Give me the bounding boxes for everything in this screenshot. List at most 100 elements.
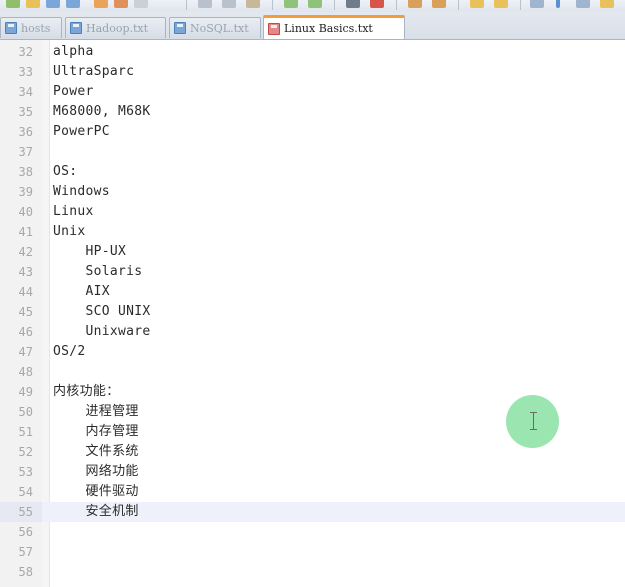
editor-line[interactable]: 56 <box>0 522 625 542</box>
line-text: 硬件驱动 <box>53 484 139 499</box>
redo-icon[interactable] <box>308 0 322 8</box>
editor-line[interactable]: 47 OS/2 <box>0 342 625 362</box>
editor-line[interactable]: 39 Windows <box>0 182 625 202</box>
disk-icon <box>5 22 17 34</box>
copy-icon[interactable] <box>222 0 236 8</box>
toolbar-separator <box>272 0 273 10</box>
editor-line[interactable]: 32 alpha <box>0 42 625 62</box>
line-text: 安全机制 <box>53 504 139 519</box>
tab-label: Linux Basics.txt <box>284 22 373 35</box>
line-number: 32 <box>18 45 33 59</box>
save-icon[interactable] <box>46 0 60 8</box>
line-text: Power <box>53 84 94 99</box>
line-text: Unixware <box>53 324 151 339</box>
find-icon[interactable] <box>346 0 360 8</box>
print-icon[interactable] <box>134 0 148 8</box>
line-text: Linux <box>53 204 94 219</box>
editor-line[interactable]: 34 Power <box>0 82 625 102</box>
toolbar-separator <box>396 0 397 10</box>
editor-line[interactable]: 53 网络功能 <box>0 462 625 482</box>
line-number: 35 <box>18 105 33 119</box>
line-number: 41 <box>18 225 33 239</box>
line-number: 42 <box>18 245 33 259</box>
line-number: 55 <box>0 502 42 522</box>
editor-line[interactable]: 35 M68000, M68K <box>0 102 625 122</box>
undo-icon[interactable] <box>284 0 298 8</box>
line-number: 58 <box>18 565 33 579</box>
editor-line[interactable]: 38 OS: <box>0 162 625 182</box>
editor-line[interactable]: 46 Unixware <box>0 322 625 342</box>
editor-line[interactable]: 36 PowerPC <box>0 122 625 142</box>
toolbar-separator <box>458 0 459 10</box>
editor-line[interactable]: 43 Solaris <box>0 262 625 282</box>
editor-line[interactable]: 48 <box>0 362 625 382</box>
editor-line[interactable]: 37 <box>0 142 625 162</box>
line-text: 内核功能： <box>53 384 120 399</box>
close-file-icon[interactable] <box>94 0 108 8</box>
line-text: HP-UX <box>53 244 127 259</box>
line-text: UltraSparc <box>53 64 135 79</box>
macro-record-icon[interactable] <box>576 0 590 8</box>
line-text: M68000, M68K <box>53 104 151 119</box>
line-number: 36 <box>18 125 33 139</box>
tab-hadoop[interactable]: Hadoop.txt <box>65 17 166 38</box>
line-number: 33 <box>18 65 33 79</box>
line-text: SCO UNIX <box>53 304 151 319</box>
replace-icon[interactable] <box>370 0 384 8</box>
line-number: 37 <box>18 145 33 159</box>
line-number: 49 <box>18 385 33 399</box>
line-number: 40 <box>18 205 33 219</box>
editor-line[interactable]: 33 UltraSparc <box>0 62 625 82</box>
line-text: Unix <box>53 224 86 239</box>
line-number: 47 <box>18 345 33 359</box>
notepad-plus-plus-window: hosts Hadoop.txt NoSQL.txt Linux Basics.… <box>0 0 625 587</box>
editor-line[interactable]: 58 <box>0 562 625 582</box>
cut-icon[interactable] <box>198 0 212 8</box>
line-number: 48 <box>18 365 33 379</box>
toolbar-separator <box>520 0 521 10</box>
editor-line[interactable]: 54 硬件驱动 <box>0 482 625 502</box>
paste-icon[interactable] <box>246 0 260 8</box>
line-text: OS: <box>53 164 78 179</box>
tab-label: Hadoop.txt <box>86 21 149 35</box>
zoom-out-icon[interactable] <box>432 0 446 8</box>
line-number: 38 <box>18 165 33 179</box>
word-wrap-icon[interactable] <box>494 0 508 8</box>
tab-linux-basics[interactable]: Linux Basics.txt <box>263 15 405 39</box>
line-number: 57 <box>18 545 33 559</box>
editor-line-current[interactable]: 55 安全机制 <box>0 502 625 522</box>
editor-line[interactable]: 57 <box>0 542 625 562</box>
line-number: 50 <box>18 405 33 419</box>
line-number: 39 <box>18 185 33 199</box>
tab-hosts[interactable]: hosts <box>0 17 62 38</box>
line-text: Windows <box>53 184 110 199</box>
document-tab-bar: hosts Hadoop.txt NoSQL.txt Linux Basics.… <box>0 12 625 40</box>
line-text: OS/2 <box>53 344 86 359</box>
line-text: PowerPC <box>53 124 110 139</box>
macro-play-icon[interactable] <box>600 0 614 8</box>
editor-line[interactable]: 45 SCO UNIX <box>0 302 625 322</box>
editor-line[interactable]: 44 AIX <box>0 282 625 302</box>
save-all-icon[interactable] <box>66 0 80 8</box>
tab-label: NoSQL.txt <box>190 21 249 35</box>
editor-line[interactable]: 40 Linux <box>0 202 625 222</box>
indent-guide-icon[interactable] <box>556 0 560 8</box>
line-number: 43 <box>18 265 33 279</box>
close-all-icon[interactable] <box>114 0 128 8</box>
show-all-chars-icon[interactable] <box>530 0 544 8</box>
sync-scroll-icon[interactable] <box>470 0 484 8</box>
new-file-icon[interactable] <box>6 0 20 8</box>
text-editor[interactable]: 32 alpha 33 UltraSparc 34 Power 35 M6800… <box>0 40 625 587</box>
editor-line[interactable]: 42 HP-UX <box>0 242 625 262</box>
line-number: 44 <box>18 285 33 299</box>
tab-label: hosts <box>21 21 51 35</box>
zoom-in-icon[interactable] <box>408 0 422 8</box>
open-folder-icon[interactable] <box>26 0 40 8</box>
line-text: Solaris <box>53 264 143 279</box>
tab-nosql[interactable]: NoSQL.txt <box>169 17 261 38</box>
line-number: 45 <box>18 305 33 319</box>
line-number: 53 <box>18 465 33 479</box>
line-number: 34 <box>18 85 33 99</box>
editor-line[interactable]: 41 Unix <box>0 222 625 242</box>
line-text: AIX <box>53 284 110 299</box>
